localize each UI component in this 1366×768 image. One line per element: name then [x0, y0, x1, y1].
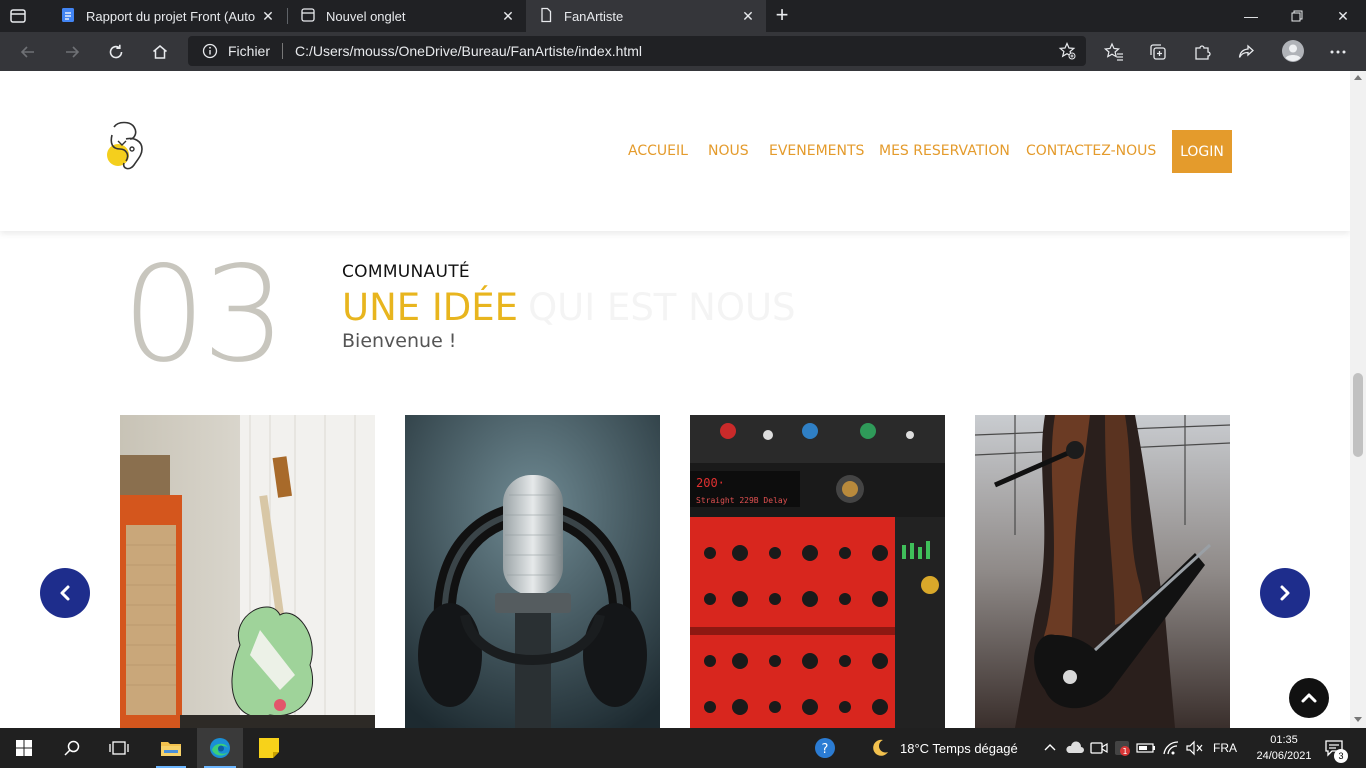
- woman-playing-guitar-photo[interactable]: [975, 415, 1230, 728]
- task-view-icon[interactable]: [107, 736, 131, 760]
- back-icon[interactable]: [15, 39, 41, 65]
- sticky-notes-icon[interactable]: [257, 736, 281, 760]
- url-text[interactable]: C:/Users/mouss/OneDrive/Bureau/FanArtist…: [295, 43, 642, 59]
- new-tab-button[interactable]: +: [770, 4, 794, 28]
- carousel-next-button[interactable]: [1260, 568, 1310, 618]
- headline-faded: QUI EST NOUS: [528, 286, 796, 329]
- google-docs-icon: [60, 7, 76, 26]
- nav-link-contactez-nous[interactable]: CONTACTEZ-NOUS: [1026, 143, 1156, 159]
- chevron-left-icon: [60, 585, 70, 601]
- weather-text[interactable]: 18°C Temps dégagé: [900, 741, 1018, 756]
- tab-title: Rapport du projet Front (AutoRe: [86, 8, 256, 24]
- help-icon[interactable]: ?: [813, 736, 837, 760]
- scrollbar-thumb[interactable]: [1353, 373, 1363, 457]
- back-to-top-button[interactable]: [1289, 678, 1329, 718]
- forward-icon[interactable]: [59, 39, 85, 65]
- audio-rack-equipment-photo[interactable]: 200· Straight 229B Delay: [690, 415, 945, 728]
- input-language[interactable]: FRA: [1213, 741, 1237, 755]
- site-header: ACCUEIL NOUS EVENEMENTS MES RESERVATION …: [0, 71, 1350, 231]
- edge-browser-icon[interactable]: [208, 736, 232, 760]
- favorites-icon[interactable]: [1103, 41, 1125, 63]
- add-favorite-icon[interactable]: [1058, 42, 1076, 60]
- more-options-icon[interactable]: [1327, 41, 1349, 63]
- nav-link-evenements[interactable]: EVENEMENTS: [769, 143, 864, 159]
- clock-time: 01:35: [1270, 734, 1298, 746]
- close-icon[interactable]: ✕: [500, 8, 516, 24]
- clock-date: 24/06/2021: [1256, 750, 1312, 762]
- file-icon: [538, 7, 554, 26]
- svg-text:200·: 200·: [696, 476, 725, 490]
- tab-title: FanArtiste: [564, 8, 624, 24]
- tab-title: Nouvel onglet: [326, 8, 406, 24]
- windows-start-icon[interactable]: [12, 736, 36, 760]
- meet-now-icon[interactable]: [1088, 736, 1110, 760]
- chevron-up-icon[interactable]: [1040, 736, 1060, 760]
- file-explorer-icon[interactable]: [159, 736, 183, 760]
- page-scrollbar[interactable]: [1350, 71, 1366, 728]
- info-icon[interactable]: [202, 43, 218, 59]
- windows-taskbar: ? 18°C Temps dégagé 1 FRA 01:35 24/06/20…: [0, 728, 1366, 768]
- nav-link-mes-reservation[interactable]: MES RESERVATION: [879, 143, 1010, 159]
- section-headline: UNE IDÉE QUI EST NOUS: [342, 286, 796, 329]
- svg-text:Straight 229B Delay: Straight 229B Delay: [696, 496, 788, 505]
- address-divider: [282, 43, 284, 59]
- headline-main: UNE IDÉE: [342, 286, 519, 329]
- battery-icon[interactable]: [1135, 736, 1157, 760]
- volume-muted-icon[interactable]: [1183, 736, 1205, 760]
- svg-text:1: 1: [1122, 747, 1127, 756]
- share-icon[interactable]: [1235, 41, 1257, 63]
- tab-fanartiste[interactable]: FanArtiste ✕: [526, 0, 766, 32]
- system-clock[interactable]: 01:35 24/06/2021: [1248, 732, 1320, 764]
- moon-weather-icon: [868, 736, 892, 760]
- search-icon[interactable]: [60, 736, 84, 760]
- address-bar[interactable]: Fichier C:/Users/mouss/OneDrive/Bureau/F…: [188, 36, 1086, 66]
- section-number: 03: [122, 238, 286, 392]
- close-window-button[interactable]: ✕: [1320, 0, 1366, 32]
- tab-actions-icon[interactable]: [8, 6, 28, 26]
- minimize-button[interactable]: —: [1228, 0, 1274, 32]
- scroll-down-arrow-icon[interactable]: [1354, 717, 1362, 722]
- tab-nouvel-onglet[interactable]: Nouvel onglet ✕: [288, 0, 526, 32]
- tab-rapport[interactable]: Rapport du projet Front (AutoRe ✕: [48, 0, 286, 32]
- guitar-amp-photo[interactable]: [120, 415, 375, 728]
- section-kicker: COMMUNAUTÉ: [342, 262, 470, 282]
- scroll-up-arrow-icon[interactable]: [1354, 75, 1362, 80]
- studio-microphone-headphones-photo[interactable]: [405, 415, 660, 728]
- svg-text:?: ?: [822, 742, 829, 757]
- web-page: ACCUEIL NOUS EVENEMENTS MES RESERVATION …: [0, 71, 1350, 728]
- collections-icon[interactable]: [1147, 41, 1169, 63]
- nav-link-nous[interactable]: NOUS: [708, 143, 749, 159]
- wifi-icon[interactable]: [1160, 736, 1182, 760]
- new-tab-page-icon: [300, 7, 316, 26]
- browser-toolbar: Fichier C:/Users/mouss/OneDrive/Bureau/F…: [0, 32, 1366, 71]
- notification-count-badge: 3: [1334, 749, 1348, 763]
- close-icon[interactable]: ✕: [740, 8, 756, 24]
- browser-tab-bar: Rapport du projet Front (AutoRe ✕ Nouvel…: [0, 0, 1366, 32]
- extensions-icon[interactable]: [1191, 41, 1213, 63]
- login-button[interactable]: LOGIN: [1172, 130, 1232, 173]
- main-navigation: ACCUEIL NOUS EVENEMENTS MES RESERVATION …: [0, 130, 1350, 173]
- restore-button[interactable]: [1274, 0, 1320, 32]
- section-subtitle: Bienvenue !: [342, 330, 457, 352]
- profile-avatar-icon[interactable]: [1281, 39, 1305, 63]
- onedrive-icon[interactable]: [1064, 736, 1086, 760]
- chevron-right-icon: [1280, 585, 1290, 601]
- close-icon[interactable]: ✕: [260, 8, 276, 24]
- carousel-prev-button[interactable]: [40, 568, 90, 618]
- app-notification-icon[interactable]: 1: [1111, 736, 1133, 760]
- nav-link-accueil[interactable]: ACCUEIL: [628, 143, 688, 159]
- chevron-up-icon: [1301, 693, 1317, 703]
- refresh-icon[interactable]: [103, 39, 129, 65]
- site-label: Fichier: [228, 43, 271, 59]
- home-icon[interactable]: [147, 39, 173, 65]
